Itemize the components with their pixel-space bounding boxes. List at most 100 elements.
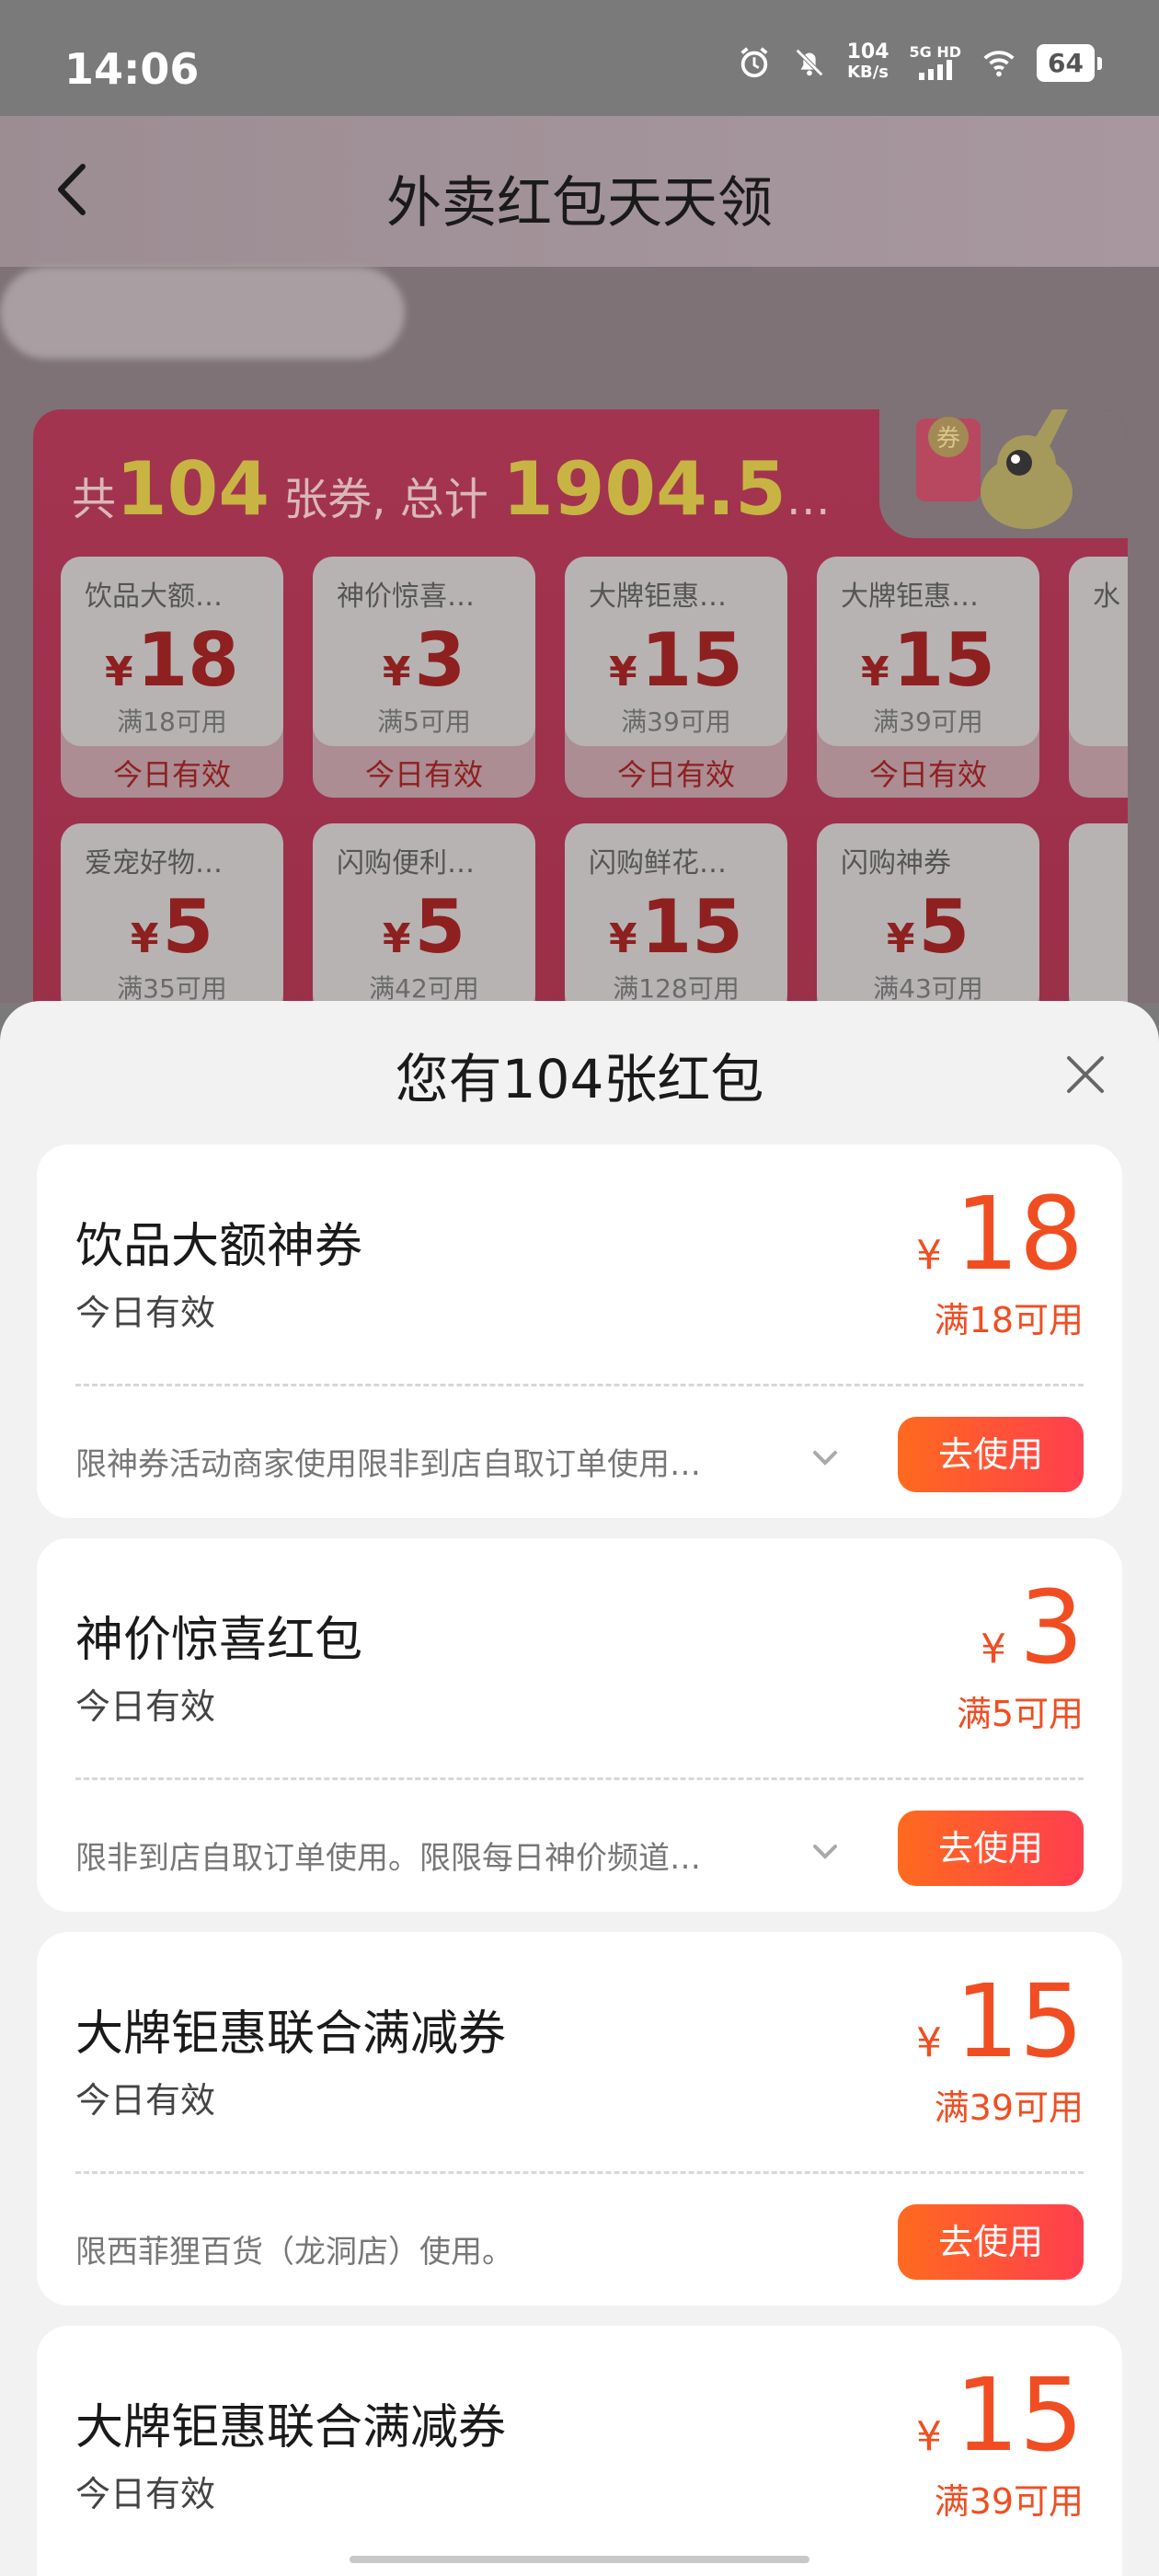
- mascot-label: 券: [936, 425, 960, 453]
- speed-unit: KB/s: [847, 63, 889, 82]
- yen-symbol: ¥: [105, 649, 133, 696]
- coupon-amount: ¥15: [916, 1971, 1084, 2072]
- mini-coupon-grid: 饮品大额… ¥18 满18可用 今日有效 神价惊喜… ¥3 满5可用 今日有效 …: [61, 557, 1128, 1053]
- summary-mid: 张券, 总计: [283, 474, 488, 525]
- coupon-total: 1904.5: [502, 446, 786, 532]
- mini-coupon-amount: ¥15: [565, 886, 787, 981]
- home-indicator[interactable]: [350, 2556, 809, 2563]
- network-label: 5G HD: [909, 43, 962, 61]
- coupon-summary-panel: 共104 张券, 总计 1904.5… 券 饮品大额… ¥18 满18可用 今日…: [33, 409, 1128, 1053]
- mute-bell-icon: [795, 49, 823, 76]
- mini-coupon[interactable]: 神价惊喜… ¥3 满5可用 今日有效: [313, 557, 535, 798]
- wifi-icon: [983, 51, 1015, 77]
- dashed-divider: [75, 2171, 1084, 2174]
- mini-coupon-validity: 今日有效: [868, 757, 987, 792]
- yen-symbol: ¥: [886, 915, 915, 962]
- coupon-card[interactable]: 大牌钜惠联合满减券 今日有效 ¥15 满39可用 限西菲狸百货（龙洞店）使用。 …: [37, 1932, 1122, 2306]
- status-icons: 104 KB/s 5G HD 64: [737, 42, 1102, 83]
- mini-amount-value: 5: [918, 884, 970, 970]
- mascot-icon: 券: [916, 409, 1073, 529]
- status-time: 14:06: [64, 44, 200, 94]
- mini-coupon[interactable]: 大牌钜惠… ¥15 满39可用 今日有效: [565, 557, 787, 798]
- mini-coupon-title: 饮品大额…: [85, 581, 223, 613]
- mini-coupon-validity: 今日有效: [616, 757, 735, 792]
- amount-value: 3: [1019, 1569, 1084, 1686]
- mini-coupon-title: 闪购便利…: [337, 847, 475, 880]
- speed-value: 104: [846, 40, 889, 63]
- coupon-condition: 满5可用: [956, 1694, 1084, 1734]
- coupon-amount: ¥18: [916, 1183, 1084, 1284]
- yen-symbol: ¥: [130, 915, 159, 962]
- mini-amount-value: 18: [136, 617, 239, 703]
- yen-symbol: ¥: [981, 1626, 1006, 1673]
- amount-value: 15: [955, 1962, 1084, 2080]
- mini-coupon-condition: 满39可用: [873, 707, 983, 737]
- mini-coupon[interactable]: 大牌钜惠… ¥15 满39可用 今日有效: [817, 557, 1039, 798]
- use-coupon-button[interactable]: 去使用: [898, 1417, 1084, 1492]
- coupon-validity: 今日有效: [75, 1686, 216, 1727]
- mini-coupon-title: 闪购鲜花…: [589, 847, 727, 880]
- mini-coupon-title: 大牌钜惠…: [589, 581, 727, 613]
- use-coupon-button[interactable]: 去使用: [898, 1811, 1084, 1886]
- coupon-condition: 满39可用: [934, 2087, 1084, 2128]
- mini-coupon-title: 神价惊喜…: [337, 581, 475, 613]
- mini-coupon-amount: ¥15: [817, 619, 1039, 714]
- chevron-down-icon[interactable]: [809, 1838, 841, 1866]
- mini-coupon-amount: ¥5: [313, 886, 535, 981]
- mini-amount-value: 15: [640, 617, 743, 703]
- mini-amount-value: 3: [414, 617, 466, 703]
- coupon-validity: 今日有效: [75, 2080, 216, 2121]
- status-bar: 14:06 104 KB/s 5G HD 64: [0, 0, 1159, 116]
- coupon-restriction: 限神券活动商家使用限非到店自取订单使用…: [75, 1446, 701, 1483]
- amount-value: 18: [955, 1175, 1084, 1293]
- summary-suffix: …: [786, 474, 831, 525]
- battery-icon: 64: [1037, 43, 1102, 82]
- yen-symbol: ¥: [916, 1232, 943, 1279]
- use-coupon-button[interactable]: 去使用: [898, 2204, 1084, 2280]
- mini-coupon-top: [1069, 823, 1128, 1013]
- mini-coupon-condition: 满5可用: [377, 707, 471, 737]
- coupon-bottom-sheet: 您有104张红包 饮品大额神券 今日有效 ¥18 满18可用 限神券活动商家使用…: [0, 1001, 1159, 2576]
- mini-coupon-condition: 满128可用: [613, 973, 740, 1004]
- mini-coupon-amount: ¥3: [313, 619, 535, 714]
- mini-amount-value: 5: [414, 884, 466, 970]
- sheet-title: 您有104张红包: [395, 1048, 764, 1110]
- network-type: 5G HD: [909, 43, 962, 80]
- coupon-count: 104: [116, 446, 270, 532]
- mini-coupon-title: 爱宠好物…: [85, 847, 223, 880]
- coupon-name: 饮品大额神券: [75, 1219, 363, 1274]
- close-icon[interactable]: [1063, 1052, 1107, 1097]
- mini-amount-value: 15: [892, 617, 995, 703]
- yen-symbol: ¥: [916, 2413, 943, 2460]
- mini-coupon-amount: ¥18: [61, 619, 283, 714]
- yen-symbol: ¥: [861, 649, 889, 696]
- coupon-name: 大牌钜惠联合满减券: [75, 2400, 507, 2455]
- coupon-amount: ¥15: [916, 2364, 1084, 2466]
- chevron-down-icon[interactable]: [809, 1444, 841, 1472]
- coupon-card[interactable]: 饮品大额神券 今日有效 ¥18 满18可用 限神券活动商家使用限非到店自取订单使…: [37, 1144, 1122, 1518]
- mini-coupon-title: 闪购神券: [841, 847, 951, 880]
- coupon-amount: ¥3: [981, 1577, 1084, 1678]
- mini-coupon-amount: ¥15: [565, 619, 787, 714]
- coupon-validity: 今日有效: [75, 1293, 216, 1333]
- page-title: 外卖红包天天领: [386, 171, 773, 236]
- yen-symbol: ¥: [382, 649, 411, 696]
- coupon-card[interactable]: 大牌钜惠联合满减券 今日有效 ¥15 满39可用: [37, 2326, 1122, 2576]
- coupon-condition: 满39可用: [934, 2481, 1084, 2522]
- mini-coupon[interactable]: 饮品大额… ¥18 满18可用 今日有效: [61, 557, 283, 798]
- dashed-divider: [75, 1384, 1084, 1386]
- mini-coupon-condition: 满39可用: [621, 707, 731, 737]
- mini-coupon-condition: 满35可用: [117, 973, 227, 1004]
- mini-coupon-title: 大牌钜惠…: [841, 581, 979, 613]
- mini-coupon-partial[interactable]: 水: [1069, 557, 1128, 798]
- coupon-name: 神价惊喜红包: [75, 1613, 363, 1668]
- coupon-restriction: 限西菲狸百货（龙洞店）使用。: [75, 2234, 513, 2271]
- network-speed: 104 KB/s: [847, 42, 889, 83]
- blurred-banner: [0, 267, 405, 359]
- yen-symbol: ¥: [916, 2019, 943, 2066]
- yen-symbol: ¥: [609, 649, 637, 696]
- coupon-card[interactable]: 神价惊喜红包 今日有效 ¥3 满5可用 限非到店自取订单使用。限限每日神价频道……: [37, 1538, 1122, 1912]
- coupon-summary: 共104 张券, 总计 1904.5…: [72, 446, 831, 532]
- coupon-condition: 满18可用: [934, 1300, 1084, 1340]
- yen-symbol: ¥: [382, 915, 411, 962]
